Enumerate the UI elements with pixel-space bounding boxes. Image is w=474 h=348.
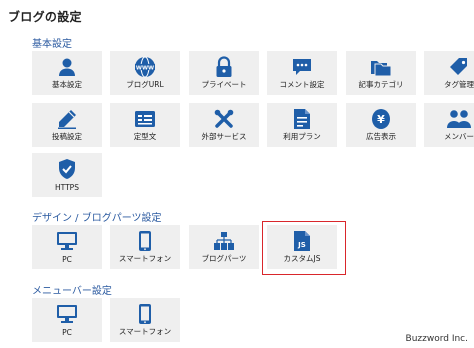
plan-document-icon — [267, 108, 337, 130]
tile-post-settings[interactable]: 投稿設定 — [32, 103, 102, 147]
tile-template[interactable]: 定型文 — [110, 103, 180, 147]
smartphone-icon — [110, 303, 180, 325]
monitor-icon — [32, 303, 102, 325]
tile-label: 利用プラン — [283, 132, 321, 141]
pen-icon — [32, 108, 102, 130]
tile-label: ブログパーツ — [201, 254, 247, 263]
folders-icon — [346, 56, 416, 78]
tile-label: スマートフォン — [118, 327, 172, 336]
section-title-design: デザイン / ブログパーツ設定 — [32, 213, 162, 224]
section-title-menubar: メニューバー設定 — [32, 286, 112, 297]
tile-label: 投稿設定 — [52, 132, 82, 141]
tile-menubar-pc[interactable]: PC — [32, 298, 102, 342]
monitor-icon — [32, 230, 102, 252]
tile-label: 広告表示 — [366, 132, 396, 141]
page-title: ブログの設定 — [8, 10, 82, 24]
tile-external-services[interactable]: 外部サービス — [189, 103, 259, 147]
tools-icon — [189, 108, 259, 130]
tile-label: 定型文 — [133, 132, 157, 141]
smartphone-icon — [110, 230, 180, 252]
shield-check-icon — [32, 158, 102, 180]
tile-blog-url[interactable]: WWW ブログURL — [110, 51, 180, 95]
tile-article-category[interactable]: 記事カテゴリ — [346, 51, 416, 95]
yen-coin-icon: ¥ — [346, 108, 416, 130]
tile-label: メンバー — [444, 132, 474, 141]
comment-icon — [267, 56, 337, 78]
www-globe-icon: WWW — [110, 56, 180, 78]
tile-label: スマートフォン — [118, 254, 172, 263]
tile-label: PC — [62, 255, 72, 264]
tile-basic-settings[interactable]: 基本設定 — [32, 51, 102, 95]
tile-https[interactable]: HTTPS — [32, 153, 102, 197]
svg-text:WWW: WWW — [136, 65, 154, 71]
tag-icon — [424, 56, 474, 78]
sitemap-icon — [189, 230, 259, 252]
tile-design-pc[interactable]: PC — [32, 225, 102, 269]
tile-ad-display[interactable]: ¥ 広告表示 — [346, 103, 416, 147]
tile-label: ブログURL — [126, 80, 164, 89]
tile-menubar-smartphone[interactable]: スマートフォン — [110, 298, 180, 342]
template-card-icon — [110, 108, 180, 130]
watermark: Buzzword Inc. — [405, 334, 468, 344]
tile-label: HTTPS — [55, 183, 79, 192]
tile-private[interactable]: プライベート — [189, 51, 259, 95]
tile-tag-management[interactable]: タグ管理 — [424, 51, 474, 95]
tile-comment-settings[interactable]: コメント設定 — [267, 51, 337, 95]
tile-label: 記事カテゴリ — [358, 80, 404, 89]
section-title-basic: 基本設定 — [32, 39, 72, 50]
user-icon — [32, 56, 102, 78]
tile-label: プライベート — [201, 80, 247, 89]
tile-label: タグ管理 — [444, 80, 474, 89]
tile-design-blog-parts[interactable]: ブログパーツ — [189, 225, 259, 269]
tile-design-smartphone[interactable]: スマートフォン — [110, 225, 180, 269]
tile-label: 基本設定 — [52, 80, 82, 89]
custom-js-highlight-box — [262, 221, 346, 275]
tile-label: コメント設定 — [279, 80, 325, 89]
tile-label: 外部サービス — [201, 132, 247, 141]
tile-members[interactable]: メンバー — [424, 103, 474, 147]
svg-text:¥: ¥ — [377, 113, 385, 126]
members-icon — [424, 108, 474, 130]
tile-plan[interactable]: 利用プラン — [267, 103, 337, 147]
tile-label: PC — [62, 328, 72, 337]
lock-icon — [189, 56, 259, 78]
